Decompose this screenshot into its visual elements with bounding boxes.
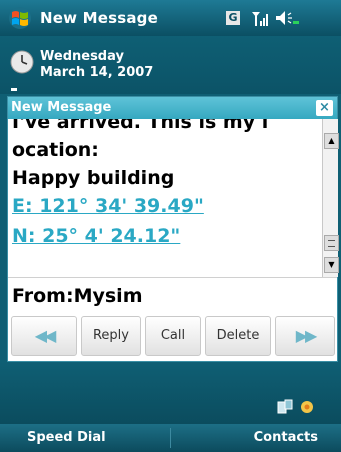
- today-day[interactable]: Wednesday: [40, 49, 124, 64]
- divider: [8, 277, 337, 278]
- message-line: ocation:: [12, 139, 99, 161]
- scroll-down-arrow-icon[interactable]: ▼: [324, 257, 339, 273]
- today-date[interactable]: March 14, 2007: [40, 65, 153, 80]
- new-message-popup: New Message × I've arrived. This is my l…: [7, 96, 339, 362]
- scroll-up-arrow-icon[interactable]: ▲: [324, 133, 339, 149]
- clock-icon[interactable]: [10, 50, 34, 74]
- gprs-icon[interactable]: G: [226, 11, 240, 25]
- close-button[interactable]: ×: [316, 100, 333, 116]
- message-line: Happy building: [12, 167, 175, 189]
- softkey-bar: Speed Dial Contacts: [0, 424, 341, 452]
- delete-button[interactable]: Delete: [205, 316, 271, 356]
- signal-strength-icon[interactable]: [250, 8, 272, 28]
- message-body[interactable]: I've arrived. This is my l ocation: Happ…: [8, 119, 322, 277]
- connectivity-icon[interactable]: [276, 398, 294, 416]
- longitude-link[interactable]: E: 121° 34' 39.49": [12, 195, 204, 217]
- message-scrollbar[interactable]: ▲ ▼: [322, 119, 339, 277]
- notification-icon[interactable]: [298, 398, 316, 416]
- softkey-divider: [170, 428, 171, 448]
- call-button[interactable]: Call: [145, 316, 201, 356]
- reply-button[interactable]: Reply: [81, 316, 141, 356]
- sender-label: From:Mysim: [12, 285, 143, 307]
- today-lower-area: [0, 362, 341, 424]
- speed-dial-softkey[interactable]: Speed Dial: [27, 430, 106, 445]
- latitude-link[interactable]: N: 25° 4' 24.12": [12, 225, 180, 247]
- windows-start-icon[interactable]: [7, 6, 33, 30]
- pin-icon: [11, 88, 17, 91]
- window-title: New Message: [40, 9, 158, 27]
- scroll-thumb[interactable]: [324, 235, 339, 251]
- popup-header: New Message ×: [8, 97, 337, 119]
- popup-title: New Message: [11, 100, 112, 115]
- volume-icon[interactable]: [274, 8, 300, 28]
- message-line: I've arrived. This is my l: [12, 119, 269, 133]
- previous-message-button[interactable]: ◀◀: [11, 316, 77, 356]
- message-action-bar: ◀◀ Reply Call Delete ▶▶: [8, 314, 337, 360]
- next-message-button[interactable]: ▶▶: [275, 316, 335, 356]
- today-panel: Wednesday March 14, 2007: [0, 36, 341, 94]
- contacts-softkey[interactable]: Contacts: [254, 430, 318, 445]
- title-bar: New Message G: [0, 0, 341, 36]
